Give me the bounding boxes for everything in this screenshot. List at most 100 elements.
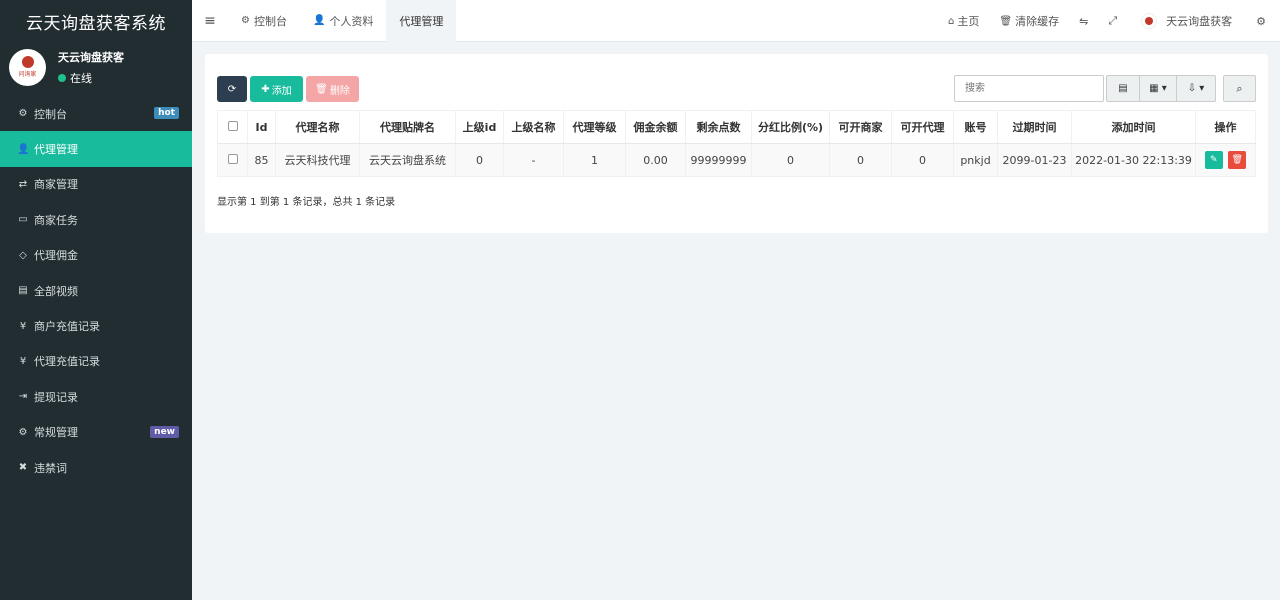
row-checkbox[interactable] <box>227 153 238 164</box>
tab-label: 代理管理 <box>399 14 444 28</box>
col-agent-name[interactable]: 代理名称 <box>275 110 360 144</box>
user-info: 天云询盘获客 在线 <box>58 49 124 86</box>
col-level[interactable]: 代理等级 <box>563 110 626 144</box>
cell-account: pnkjd <box>953 143 998 177</box>
cell-commission: 0.00 <box>625 143 686 177</box>
col-expire[interactable]: 过期时间 <box>997 110 1072 144</box>
cell-points: 99999999 <box>685 143 752 177</box>
sidebar-item-withdrawals[interactable]: ⇥ 提现记录 <box>0 379 192 414</box>
list-icon: ▤ <box>1118 83 1128 94</box>
content-panel: ⟳ ✚ 添加 🗑 删除 ▤ ▦ ▾ ⇩ ▾ ⌕ Id 代理名称 <box>205 54 1268 233</box>
col-dividend[interactable]: 分红比例(%) <box>751 110 830 144</box>
fullscreen-button[interactable]: ⤢ <box>1098 14 1127 28</box>
add-button[interactable]: ✚ 添加 <box>250 76 303 102</box>
export-icon: ⇩ ▾ <box>1187 83 1205 94</box>
settings-button[interactable]: ⚙ <box>1246 15 1280 28</box>
export-button[interactable]: ⇩ ▾ <box>1176 75 1216 102</box>
sidebar-item-merchant-recharge[interactable]: ¥ 商户充值记录 <box>0 308 192 343</box>
columns-button[interactable]: ▦ ▾ <box>1139 75 1177 102</box>
pencil-icon: ✎ <box>1209 155 1218 165</box>
logo-mark-icon <box>21 56 34 68</box>
trash-icon: 🗑 <box>1231 155 1243 165</box>
clear-cache-label: 清除缓存 <box>1015 15 1060 28</box>
col-account[interactable]: 账号 <box>953 110 998 144</box>
times-icon: ✖ <box>18 462 28 474</box>
cell-created: 2022-01-30 22:13:39 <box>1071 143 1196 177</box>
delete-row-button[interactable]: 🗑 <box>1228 151 1247 169</box>
col-parent-id[interactable]: 上级id <box>455 110 504 144</box>
grid-icon: ▦ ▾ <box>1149 83 1167 94</box>
sidebar-item-label: 商家管理 <box>34 178 78 192</box>
cell-agents: 0 <box>891 143 954 177</box>
sidebar-item-agent-commission[interactable]: ◇ 代理佣金 <box>0 238 192 273</box>
navbar-right: ⌂ 主页 🗑 清除缓存 ⇋ ⤢ 天云询盘获客 ⚙ <box>938 0 1280 42</box>
search-input[interactable] <box>954 75 1104 102</box>
toggle-view-button[interactable]: ▤ <box>1106 75 1140 102</box>
sidebar-item-banned-words[interactable]: ✖ 违禁词 <box>0 450 192 485</box>
cell-parent-id: 0 <box>455 143 504 177</box>
col-points[interactable]: 剩余点数 <box>685 110 752 144</box>
file-video-icon: ▤ <box>18 285 28 297</box>
col-merchants[interactable]: 可开商家 <box>829 110 892 144</box>
sidebar-item-label: 控制台 <box>34 107 67 121</box>
cell-agent-name: 云天科技代理 <box>275 143 360 177</box>
sidebar-item-label: 常规管理 <box>34 426 78 440</box>
sidebar-item-label: 提现记录 <box>34 390 78 404</box>
keyboard-icon: ▭ <box>18 214 28 226</box>
col-brand-name[interactable]: 代理贴牌名 <box>359 110 456 144</box>
sidebar-item-agent-management[interactable]: 👤 代理管理 <box>0 131 192 167</box>
select-all-cell[interactable] <box>217 110 248 144</box>
col-agents[interactable]: 可开代理 <box>891 110 954 144</box>
online-dot-icon <box>58 73 66 82</box>
tab-agent-management[interactable]: 代理管理 <box>386 0 457 42</box>
user-status-label: 在线 <box>70 71 92 85</box>
col-parent-name[interactable]: 上级名称 <box>503 110 564 144</box>
sidebar-item-agent-recharge[interactable]: ¥ 代理充值记录 <box>0 344 192 379</box>
cell-actions: ✎ 🗑 <box>1195 143 1256 177</box>
cell-brand-name: 云天云询盘系统 <box>359 143 456 177</box>
tab-profile[interactable]: 👤 个人资料 <box>300 0 386 42</box>
select-all-checkbox[interactable] <box>227 120 238 131</box>
app-title[interactable]: 云天询盘获客系统 <box>0 0 192 42</box>
refresh-button[interactable]: ⟳ <box>217 76 247 102</box>
sidebar-item-general-management[interactable]: ⚙ 常规管理 new <box>0 415 192 450</box>
cell-id: 85 <box>247 143 276 177</box>
language-button[interactable]: ⇋ <box>1069 15 1098 28</box>
tab-label: 控制台 <box>253 14 287 28</box>
sidebar-item-label: 代理充值记录 <box>34 355 100 369</box>
tab-label: 个人资料 <box>329 14 374 28</box>
sidebar-item-label: 商家任务 <box>34 213 78 227</box>
sidebar-item-merchant-management[interactable]: ⇄ 商家管理 <box>0 167 192 202</box>
menu-toggle-icon[interactable]: ≡ <box>192 13 228 29</box>
dashboard-icon: ⚙ <box>18 108 28 120</box>
col-created[interactable]: 添加时间 <box>1071 110 1196 144</box>
delete-label: 删除 <box>329 85 350 97</box>
home-link[interactable]: ⌂ 主页 <box>938 13 989 29</box>
row-select-cell[interactable] <box>217 143 248 177</box>
plus-icon: ✚ <box>261 83 270 95</box>
home-label: 主页 <box>957 15 980 28</box>
delete-button[interactable]: 🗑 删除 <box>306 76 359 102</box>
add-label: 添加 <box>271 85 292 97</box>
sidebar-item-merchant-tasks[interactable]: ▭ 商家任务 <box>0 202 192 237</box>
table-toolbar: ⟳ ✚ 添加 🗑 删除 <box>217 76 362 102</box>
sidebar-item-all-videos[interactable]: ▤ 全部视频 <box>0 273 192 308</box>
user-menu-label: 天云询盘获客 <box>1166 15 1233 28</box>
search-button[interactable]: ⌕ <box>1223 75 1256 102</box>
edit-button[interactable]: ✎ <box>1204 151 1223 169</box>
home-icon: ⌂ <box>948 15 955 27</box>
avatar: 问询家 <box>9 48 46 86</box>
search-icon: ⌕ <box>1236 81 1243 95</box>
col-actions: 操作 <box>1195 110 1256 144</box>
cell-level: 1 <box>563 143 626 177</box>
trash-icon: 🗑 <box>999 15 1013 27</box>
tab-dashboard[interactable]: ⚙ 控制台 <box>228 0 300 42</box>
sign-in-icon: ⇥ <box>18 391 28 403</box>
clear-cache-button[interactable]: 🗑 清除缓存 <box>989 13 1069 29</box>
col-id[interactable]: Id <box>247 110 276 144</box>
avatar-text: 问询家 <box>18 71 37 78</box>
sidebar-item-dashboard[interactable]: ⚙ 控制台 hot <box>0 96 192 131</box>
user-plus-icon: 👤 <box>17 143 30 155</box>
user-menu[interactable]: 天云询盘获客 <box>1127 13 1246 29</box>
col-commission[interactable]: 佣金余额 <box>625 110 686 144</box>
